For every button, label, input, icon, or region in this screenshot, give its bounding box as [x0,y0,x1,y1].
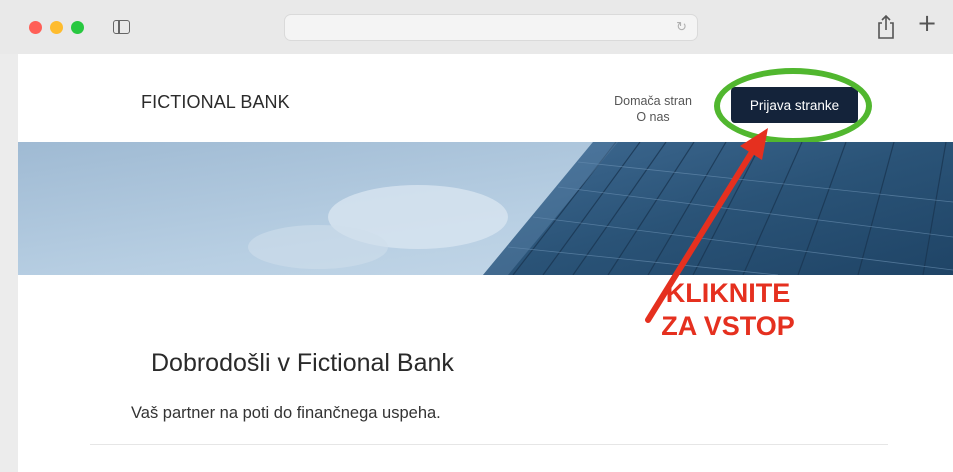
welcome-subtitle: Vaš partner na poti do finančnega uspeha… [131,404,441,422]
hero-image [18,142,953,275]
client-login-button[interactable]: Prijava stranke [731,87,858,123]
divider [90,444,888,445]
maximize-window-button[interactable] [71,21,84,34]
web-page: FICTIONAL BANK Domača stran O nas Prijav… [18,54,953,472]
share-icon[interactable] [876,14,896,40]
sidebar-icon[interactable] [113,20,130,34]
minimize-window-button[interactable] [50,21,63,34]
welcome-title: Dobrodošli v Fictional Bank [151,349,454,377]
click-to-enter-annotation: KLIKNITE ZA VSTOP [633,277,823,343]
plus-icon[interactable]: + [917,10,937,36]
address-bar[interactable]: ↻ [284,14,698,41]
close-window-button[interactable] [29,21,42,34]
nav-links[interactable]: Domača stran O nas [613,93,693,125]
browser-toolbar: ↻ + [0,0,953,54]
annotation-line-2: ZA VSTOP [661,311,795,341]
hero-banner [18,142,953,275]
annotation-line-1: KLIKNITE [665,278,791,308]
bank-logo[interactable]: FICTIONAL BANK [141,92,290,113]
reload-icon[interactable]: ↻ [676,20,687,35]
